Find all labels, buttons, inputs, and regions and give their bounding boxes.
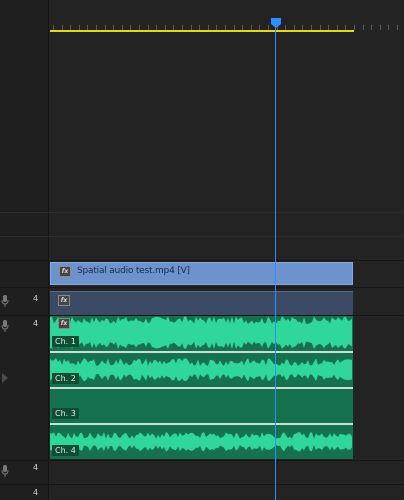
ruler-tick xyxy=(354,25,355,30)
microphone-icon[interactable] xyxy=(1,465,9,477)
track-header-column xyxy=(0,0,48,500)
channel-label: Ch. 3 xyxy=(52,408,79,419)
playhead-line[interactable] xyxy=(275,22,276,500)
audio-channel-lane: Ch. 4 xyxy=(50,425,353,459)
audio-channel-lane: Ch. 3 xyxy=(50,389,353,423)
track-separator xyxy=(0,236,404,237)
microphone-icon[interactable] xyxy=(1,295,9,307)
clip-name: Spatial audio test.mp4 [V] xyxy=(77,266,190,276)
track-number: 4 xyxy=(33,488,39,497)
track-number: 4 xyxy=(33,294,39,303)
waveform-shape xyxy=(50,316,352,350)
ruler-tick xyxy=(397,25,398,30)
track-number: 4 xyxy=(33,319,39,328)
fx-icon[interactable]: fx xyxy=(58,318,70,329)
waveform-shape xyxy=(50,358,352,382)
fx-icon[interactable]: fx xyxy=(59,266,71,277)
audio-channel-lane: Ch. 2 xyxy=(50,353,353,387)
waveform xyxy=(50,316,352,350)
track-separator xyxy=(0,460,404,461)
channel-label: Ch. 2 xyxy=(52,373,79,384)
microphone-icon[interactable] xyxy=(1,320,9,332)
track-separator xyxy=(0,287,404,288)
track-separator xyxy=(0,212,404,213)
fx-icon[interactable]: fx xyxy=(58,295,70,306)
playhead-marker-icon[interactable] xyxy=(271,18,281,28)
channel-label: Ch. 1 xyxy=(52,336,79,347)
audio-clip-multichannel[interactable]: fx Ch. 1 Ch. 2 Ch. 3 Ch. 4 xyxy=(50,316,353,459)
column-separator xyxy=(48,0,49,500)
video-clip[interactable]: fx Spatial audio test.mp4 [V] xyxy=(50,262,353,285)
waveform-shape xyxy=(50,432,352,452)
track-separator xyxy=(0,484,404,485)
track-number: 4 xyxy=(33,463,39,472)
track-separator xyxy=(0,260,404,261)
ruler-tick xyxy=(380,25,381,30)
audio-channel-lane: fx Ch. 1 xyxy=(50,316,353,350)
ruler-tick xyxy=(371,25,372,30)
waveform xyxy=(50,358,352,382)
work-area-bar[interactable] xyxy=(50,30,354,32)
ruler-tick xyxy=(388,25,389,30)
ruler-tick xyxy=(363,25,364,30)
expand-arrow-icon[interactable] xyxy=(2,373,8,383)
audio-clip-stereo[interactable]: fx xyxy=(50,291,353,315)
channel-label: Ch. 4 xyxy=(52,445,79,456)
waveform xyxy=(50,432,352,452)
